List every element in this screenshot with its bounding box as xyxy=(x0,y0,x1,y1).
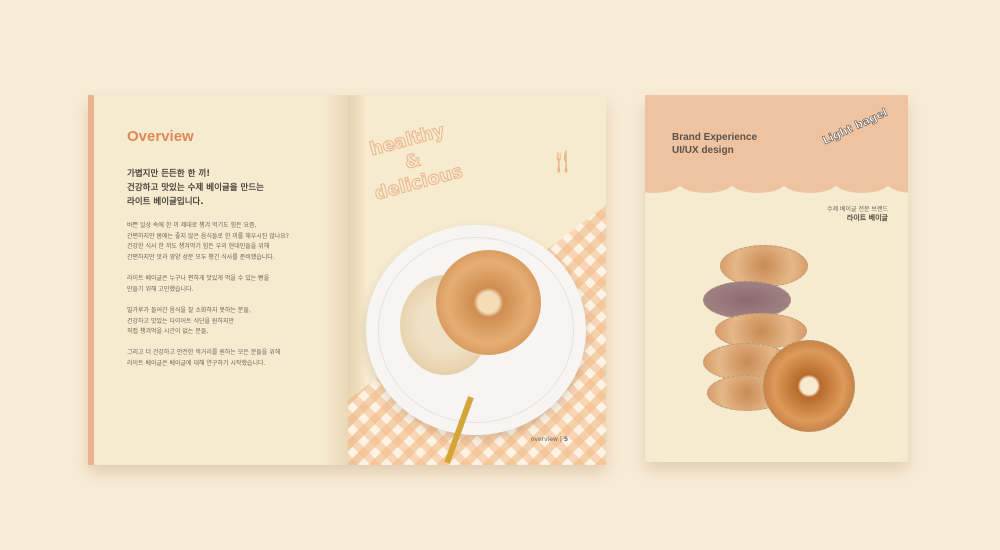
body-line: 라이트 베이글은 누구나 편하게 맛있게 먹을 수 있는 빵을 xyxy=(127,275,270,282)
cutlery-icon: 🍴︎ xyxy=(548,150,576,175)
left-page: Overview 가볍지만 든든한 한 끼! 건강하고 맛있는 수제 베이글을 … xyxy=(88,95,348,465)
body-line: 만들기 위해 고민했습니다. xyxy=(127,285,194,293)
bagel-image xyxy=(436,250,541,355)
body-line: 그리고 더 건강하고 안전한 먹거리를 원하는 모든 분들을 위해 xyxy=(127,349,281,356)
hand-lettering: healthy & delicious xyxy=(361,118,465,205)
cover-title: Brand Experience UI/UX design xyxy=(672,131,757,157)
paragraph: 밀가루가 들어간 음식을 잘 소화하지 못하는 분들, 건강하고 맛있는 다이어… xyxy=(127,306,337,338)
scallop xyxy=(729,167,787,193)
folio-label: overview xyxy=(530,436,558,443)
lead-text: 가볍지만 든든한 한 끼! 건강하고 맛있는 수제 베이글을 만드는 라이트 베… xyxy=(127,167,327,209)
body-line: 간편하지만 맛과 영양 성분 모두 챙긴 식사를 준비했습니다. xyxy=(127,253,275,261)
lead-line: 가볍지만 든든한 한 끼! xyxy=(127,169,211,179)
body-line: 건강하고 맛있는 다이어트 식단을 원하지만 xyxy=(127,317,234,325)
lead-line: 라이트 베이글입니다. xyxy=(127,197,204,207)
page-number: 5 xyxy=(563,436,568,443)
body-line: 라이트 베이글은 베이글에 대해 연구하기 시작했습니다. xyxy=(127,359,266,367)
open-brochure: Overview 가볍지만 든든한 한 끼! 건강하고 맛있는 수제 베이글을 … xyxy=(88,95,606,465)
body-line: 바쁜 일상 속에 한 끼 제대로 챙겨 먹기도 힘든 요즘, xyxy=(127,222,257,229)
scallop xyxy=(677,167,735,193)
scallop xyxy=(833,167,891,193)
paragraph: 그리고 더 건강하고 안전한 먹거리를 원하는 모든 분들을 위해 라이트 베이… xyxy=(127,348,337,369)
body-line: 직접 챙겨먹을 시간이 없는 분들, xyxy=(127,328,209,335)
big-bagel-illustration xyxy=(763,340,855,432)
scallop xyxy=(781,167,839,193)
spine-stripe xyxy=(88,95,94,465)
title-line: UI/UX design xyxy=(672,145,734,156)
body-line: 밀가루가 들어간 음식을 잘 소화하지 못하는 분들, xyxy=(127,307,251,314)
page-footer: overview | 5 xyxy=(530,436,568,443)
paragraph: 바쁜 일상 속에 한 끼 제대로 챙겨 먹기도 힘든 요즘, 간편하지만 몸에는… xyxy=(127,221,337,263)
lead-line: 건강하고 맛있는 수제 베이글을 만드는 xyxy=(127,183,264,193)
body-line: 간편하지만 몸에는 좋지 않은 음식들로 한 끼를 채우시진 않나요? xyxy=(127,232,289,240)
overview-heading: Overview xyxy=(127,128,194,145)
brand-name: 라이트 베이글 xyxy=(846,214,888,222)
brochure-cover: Brand Experience UI/UX design Light bage… xyxy=(645,95,908,462)
body-line: 건강한 식사 한 끼도 챙겨먹기 힘든 우리 현대인들을 위해 xyxy=(127,243,270,250)
subtitle-line: 수제 베이글 전문 브랜드 xyxy=(827,206,888,213)
cover-subtitle: 수제 베이글 전문 브랜드 라이트 베이글 xyxy=(827,205,888,223)
right-page: healthy & delicious 🍴︎ overview | 5 xyxy=(348,95,606,465)
title-line: Brand Experience xyxy=(672,132,758,143)
paragraph: 라이트 베이글은 누구나 편하게 맛있게 먹을 수 있는 빵을 만들기 위해 고… xyxy=(127,274,337,295)
bagel-illustration xyxy=(720,245,808,287)
